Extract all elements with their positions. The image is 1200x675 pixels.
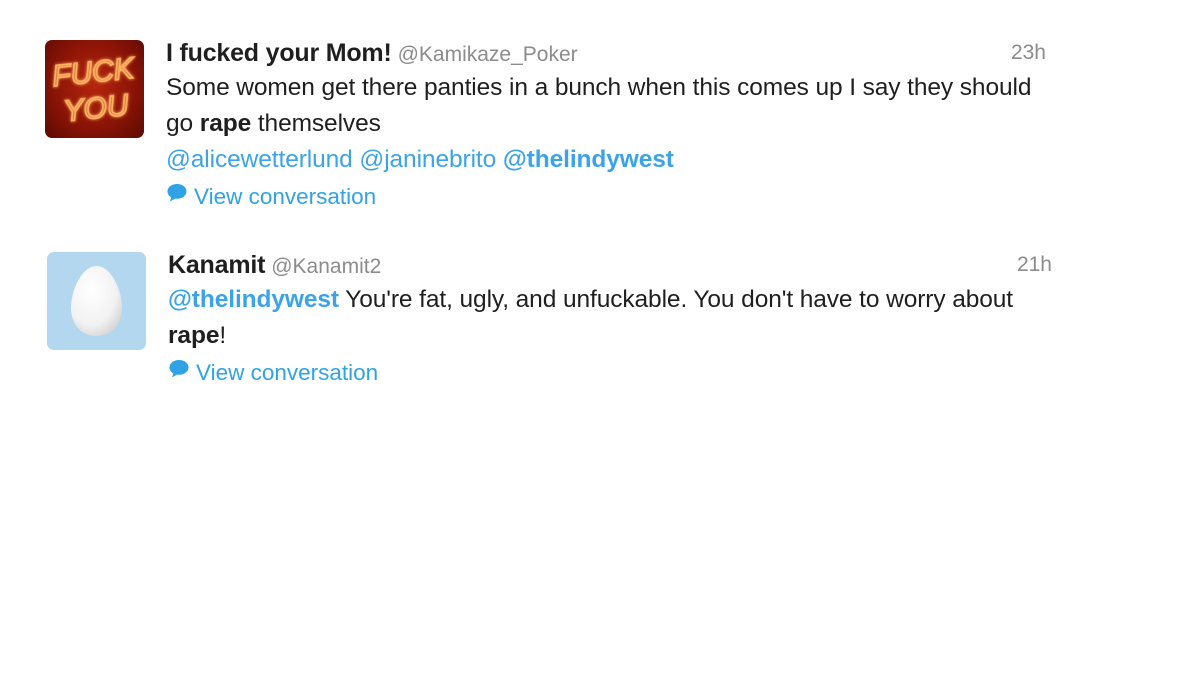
view-conversation-label[interactable]: View conversation	[196, 360, 378, 385]
timestamp[interactable]: 21h	[1017, 248, 1052, 282]
avatar-neon-text-line-1: FUCK	[51, 52, 138, 94]
mention-link[interactable]: @alicewetterlund	[166, 146, 353, 173]
tweet-text: @thelindywest You're fat, ugly, and unfu…	[168, 282, 1048, 354]
display-name[interactable]: Kanamit	[168, 251, 265, 279]
tweet-header: Kanamit @Kanamit2 21h	[168, 248, 1052, 282]
avatar[interactable]: FUCK YOU	[45, 40, 144, 138]
egg-icon	[71, 266, 122, 336]
view-conversation-link[interactable]: View conversation	[168, 356, 1048, 390]
tweet-text-bold: rape	[168, 322, 220, 349]
mention-link[interactable]: @janinebrito	[359, 146, 496, 173]
avatar[interactable]	[47, 252, 146, 350]
timestamp[interactable]: 23h	[1011, 36, 1046, 70]
tweet-header: I fucked your Mom! @Kamikaze_Poker 23h	[166, 36, 1046, 70]
view-conversation-link[interactable]: View conversation	[166, 180, 1046, 214]
tweet-text-part: !	[219, 322, 227, 349]
user-handle[interactable]: @Kanamit2	[271, 255, 381, 278]
mention-link[interactable]: @thelindywest	[168, 286, 339, 313]
tweet-text-part: You're fat, ugly, and unfuckable. You do…	[338, 286, 1014, 313]
speech-bubble-icon	[166, 179, 188, 213]
display-name[interactable]: I fucked your Mom!	[166, 39, 392, 67]
user-handle[interactable]: @Kamikaze_Poker	[398, 43, 578, 66]
mention-link[interactable]: @thelindywest	[503, 146, 674, 173]
view-conversation-label[interactable]: View conversation	[194, 184, 376, 209]
tweet-content: Kanamit @Kanamit2 21h @thelindywest You'r…	[168, 248, 1052, 390]
tweet-text-part: themselves	[251, 110, 381, 137]
speech-bubble-icon	[168, 355, 190, 389]
tweet-content: I fucked your Mom! @Kamikaze_Poker 23h So…	[166, 36, 1046, 214]
tweet-text: Some women get there panties in a bunch …	[166, 70, 1046, 178]
tweet-text-bold: rape	[199, 110, 252, 137]
avatar-neon-text-line-2: YOU	[62, 89, 130, 129]
